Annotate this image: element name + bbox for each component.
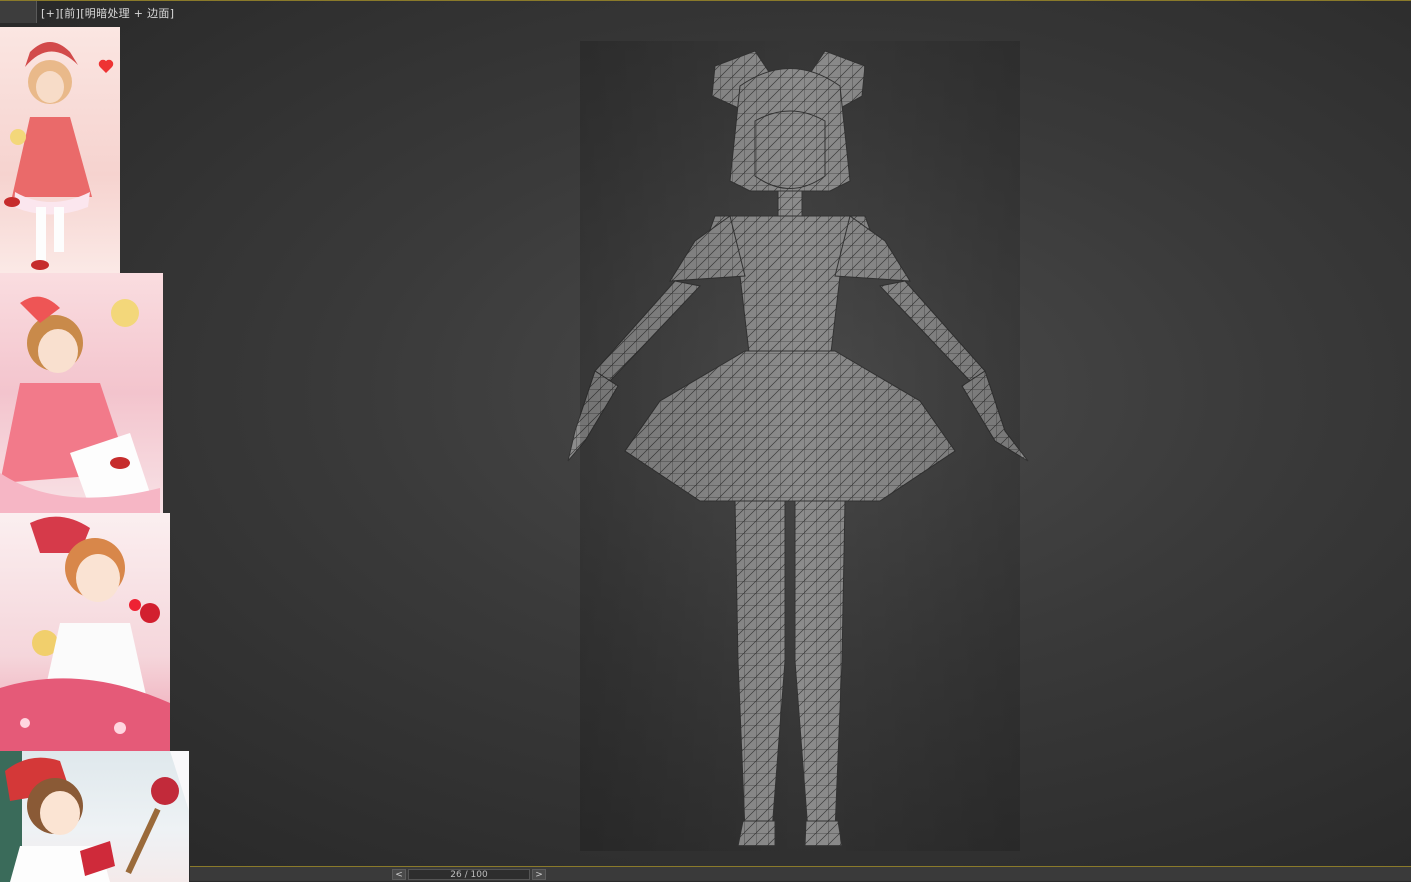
timeline-next-button[interactable]: >	[532, 869, 546, 880]
reference-image-2	[0, 273, 163, 513]
viewport-menu-shading[interactable]: [明暗处理 + 边面]	[80, 7, 174, 20]
wireframe-character-model[interactable]	[540, 41, 1040, 851]
timeline-frame-label: 26 / 100	[450, 870, 488, 880]
viewport-label[interactable]: [+][前][明暗处理 + 边面]	[41, 5, 174, 21]
reference-image-4	[0, 751, 189, 882]
viewport-menu-plus[interactable]: [+]	[41, 7, 60, 20]
timeline-prev-button[interactable]: <	[392, 869, 406, 880]
reference-image-3	[0, 513, 170, 751]
timeline-slider[interactable]: 26 / 100	[408, 869, 530, 880]
timeline-bar[interactable]: < 26 / 100 >	[190, 866, 1411, 881]
viewport[interactable]: [+][前][明暗处理 + 边面]	[0, 0, 1411, 882]
viewport-menu-view[interactable]: [前]	[60, 7, 80, 20]
viewport-corner	[0, 1, 37, 23]
reference-image-1	[0, 27, 120, 273]
